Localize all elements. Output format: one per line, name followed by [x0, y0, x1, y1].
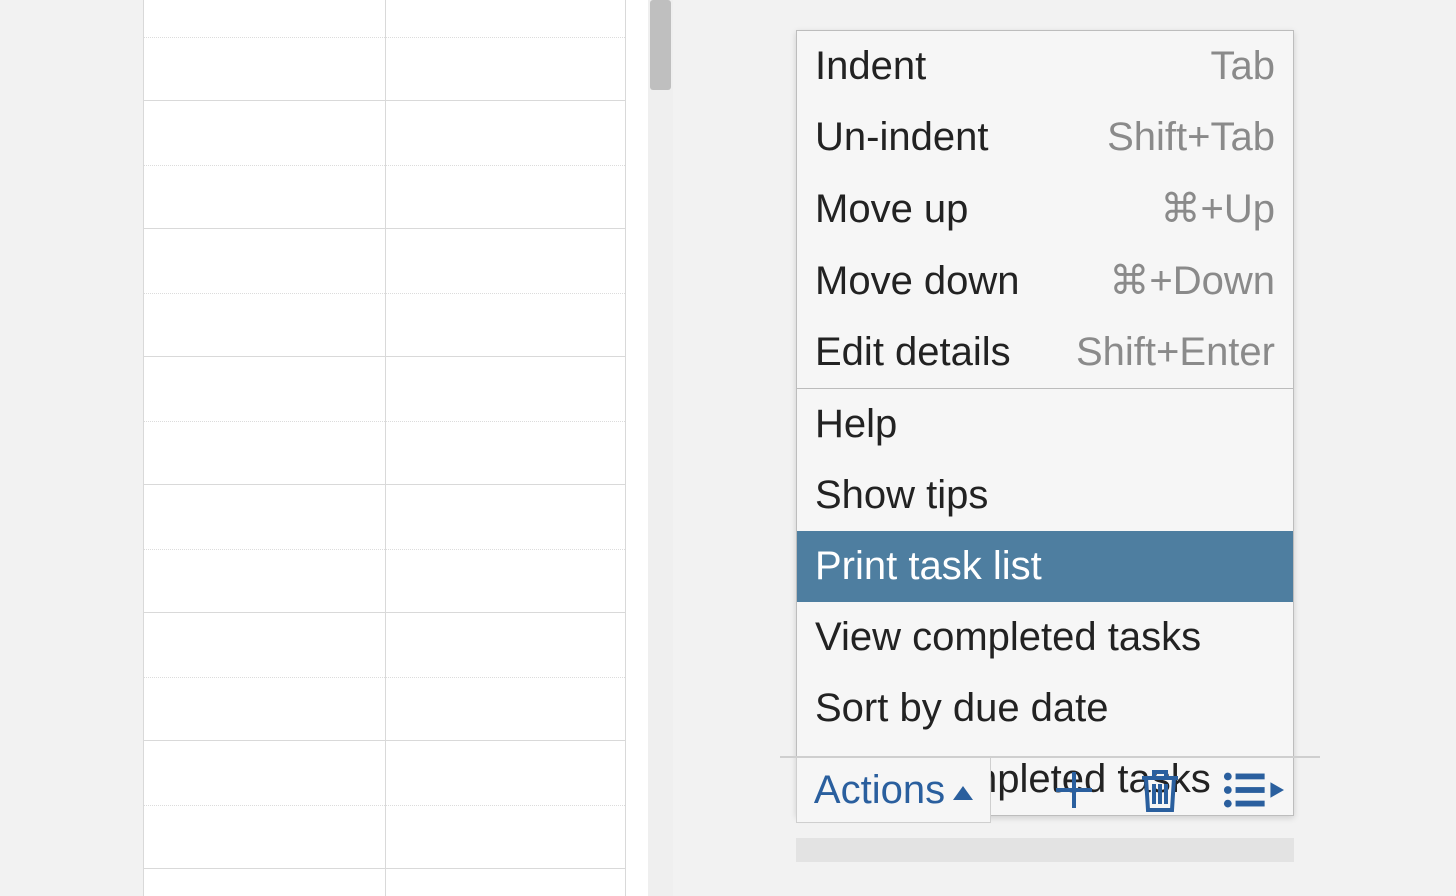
menu-item-view-completed[interactable]: View completed tasks: [797, 602, 1293, 673]
menu-item-label: Move down: [815, 259, 1020, 304]
menu-item-shortcut: ⌘+Up: [1161, 186, 1276, 232]
menu-item-help[interactable]: Help: [797, 389, 1293, 460]
scrollbar-track[interactable]: [648, 0, 673, 896]
menu-item-label: Edit details: [815, 330, 1011, 375]
grid-row[interactable]: [144, 613, 625, 741]
grid-row[interactable]: [144, 357, 625, 485]
grid-row[interactable]: [144, 741, 625, 869]
menu-item-move-up[interactable]: Move up ⌘+Up: [797, 173, 1293, 245]
menu-item-shortcut: Tab: [1211, 44, 1276, 89]
scrollbar-thumb[interactable]: [650, 0, 671, 90]
grid-row[interactable]: [144, 229, 625, 357]
trash-icon[interactable]: [1136, 766, 1184, 814]
menu-item-label: Move up: [815, 187, 968, 232]
menu-item-unindent[interactable]: Un-indent Shift+Tab: [797, 102, 1293, 173]
menu-item-label: Indent: [815, 44, 926, 89]
menu-item-show-tips[interactable]: Show tips: [797, 460, 1293, 531]
toolbar-icons: [1050, 766, 1284, 814]
menu-item-edit-details[interactable]: Edit details Shift+Enter: [797, 317, 1293, 388]
actions-button-label: Actions: [814, 768, 945, 813]
grid-left-gutter: [0, 0, 144, 896]
menu-item-label: Help: [815, 402, 897, 447]
menu-item-label: Un-indent: [815, 115, 988, 160]
calendar-grid: [0, 0, 670, 896]
actions-button[interactable]: Actions: [796, 758, 991, 823]
plus-icon[interactable]: [1050, 766, 1098, 814]
grid-row[interactable]: [144, 0, 625, 101]
list-menu-icon[interactable]: [1222, 766, 1284, 814]
menu-item-print-task-list[interactable]: Print task list: [797, 531, 1293, 602]
menu-item-label: Show tips: [815, 473, 988, 518]
menu-item-move-down[interactable]: Move down ⌘+Down: [797, 245, 1293, 317]
menu-item-label: View completed tasks: [815, 615, 1201, 660]
menu-item-shortcut: ⌘+Down: [1109, 258, 1275, 304]
menu-item-sort-due-date[interactable]: Sort by due date: [797, 673, 1293, 744]
triangle-up-icon: [953, 786, 973, 800]
menu-item-label: Sort by due date: [815, 686, 1109, 731]
actions-menu: Indent Tab Un-indent Shift+Tab Move up ⌘…: [796, 30, 1294, 816]
grid-row[interactable]: [144, 101, 625, 229]
menu-item-indent[interactable]: Indent Tab: [797, 31, 1293, 102]
tasks-bottom-scrollbar[interactable]: [796, 838, 1294, 862]
menu-item-shortcut: Shift+Enter: [1076, 330, 1275, 375]
menu-item-shortcut: Shift+Tab: [1107, 115, 1275, 160]
menu-item-label: Print task list: [815, 544, 1042, 589]
grid-row[interactable]: [144, 485, 625, 613]
